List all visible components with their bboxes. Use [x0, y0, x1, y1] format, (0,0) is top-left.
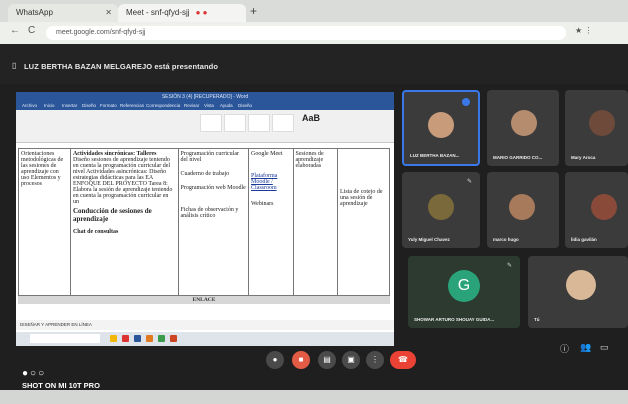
- participant-name: SHOWAR ARTURO SHOUAY GUIDA...: [414, 317, 495, 322]
- info-icon[interactable]: ⓘ: [560, 342, 569, 355]
- participant-tile[interactable]: MARIO GARRIDO CO...: [487, 90, 559, 166]
- app-icon[interactable]: [122, 335, 129, 342]
- table-cell: Lista de cotejo de una sesión de aprendi…: [337, 148, 390, 296]
- participant-tile[interactable]: lidia gavilán: [565, 172, 628, 248]
- present-icon: ▯: [12, 61, 17, 70]
- tab-whatsapp[interactable]: WhatsApp ✕: [8, 4, 118, 22]
- participant-tile[interactable]: G ✎ SHOWAR ARTURO SHOUAY GUIDA...: [408, 256, 520, 328]
- cell-text: Webinars: [251, 201, 274, 207]
- cell-text: Plataforma Moodle / Classroom: [251, 173, 278, 191]
- url-field[interactable]: meet.google.com/snf-qfyd-sjj: [46, 26, 566, 40]
- end-call-button[interactable]: ☎: [390, 351, 416, 369]
- tab-meet[interactable]: Meet - snf-qfyd-sjj ● ●: [118, 4, 246, 22]
- participant-name: marco hugo: [493, 237, 519, 242]
- avatar: [428, 112, 454, 138]
- enlace-row: ENLACE: [18, 296, 390, 304]
- cell-heading: Conducción de sesiones de aprendizaje: [72, 207, 152, 223]
- app-icon[interactable]: [158, 335, 165, 342]
- avatar-initial: G: [448, 270, 480, 302]
- participant-name: MARIO GARRIDO CO...: [493, 155, 543, 160]
- os-taskbar: [0, 390, 628, 404]
- avatar: [509, 194, 535, 220]
- participant-name: Tú: [534, 317, 540, 322]
- table-cell: Actividades sincrónicas: Talleres Diseño…: [69, 148, 179, 296]
- ribbon-tab[interactable]: Archivo: [22, 103, 37, 108]
- style-normal[interactable]: [200, 114, 222, 132]
- chat-icon[interactable]: ▭: [600, 342, 609, 353]
- captions-button[interactable]: ▤: [318, 351, 336, 369]
- table-cell: Google Meet Plataforma Moodle / Classroo…: [248, 148, 294, 296]
- ribbon-tab[interactable]: Inicio: [44, 103, 55, 108]
- style-title[interactable]: AaB: [302, 113, 320, 123]
- mic-button[interactable]: ●: [266, 351, 284, 369]
- mic-off-icon: ✎: [466, 179, 472, 185]
- table-cell: Programación curricular del nivel Cuader…: [177, 148, 250, 296]
- more-options-button[interactable]: ⋮: [366, 351, 384, 369]
- cell-text: Cuaderno de trabajo: [180, 171, 230, 177]
- participant-tile[interactable]: LUZ BERTHA BAZAN...: [402, 90, 480, 166]
- mic-off-icon: ✎: [506, 263, 512, 269]
- ribbon-tab[interactable]: Diseño: [82, 103, 96, 108]
- app-icon[interactable]: [170, 335, 177, 342]
- cell-text: Chat de consultas: [72, 229, 119, 235]
- camera-watermark-dots: ●○○: [22, 368, 47, 379]
- cell-text: Diseño sesiones de aprendizaje teniendo …: [72, 157, 173, 205]
- ribbon-tab[interactable]: Correspondencia: [146, 103, 180, 108]
- status-bar: DISEÑAR Y APRENDER EN LÍNEA: [16, 320, 394, 330]
- camera-button[interactable]: ■: [292, 351, 310, 369]
- browser-menu-icon[interactable]: ★ ⋮: [575, 26, 592, 35]
- camera-watermark: SHOT ON MI 10T PRO: [22, 381, 100, 390]
- table-cell: Orientaciones metodológicas de las sesio…: [18, 148, 71, 296]
- ribbon-tab[interactable]: Ayuda: [220, 103, 233, 108]
- ribbon-tab[interactable]: Diseño: [238, 103, 252, 108]
- participant-name: Mary Aroca: [571, 155, 596, 160]
- new-tab-icon[interactable]: +: [250, 4, 257, 18]
- ribbon-tab[interactable]: Insertar: [62, 103, 77, 108]
- avatar: [566, 270, 596, 300]
- avatar: [428, 194, 454, 220]
- reload-icon[interactable]: C: [28, 25, 35, 36]
- style-heading2[interactable]: [272, 114, 294, 132]
- tab-title: Meet - snf-qfyd-sjj: [126, 8, 190, 17]
- app-icon[interactable]: [146, 335, 153, 342]
- participant-tile-self[interactable]: Tú: [528, 256, 628, 328]
- participant-name: lidia gavilán: [571, 237, 597, 242]
- word-icon[interactable]: [134, 335, 141, 342]
- close-icon[interactable]: ✕: [105, 4, 112, 22]
- table-cell: Sesiones de aprendizaje elaboradas: [292, 148, 339, 296]
- people-icon[interactable]: 👥: [580, 342, 591, 353]
- recording-indicator: ● ●: [195, 8, 208, 17]
- cell-text: Google Meet: [251, 151, 283, 157]
- back-icon[interactable]: ←: [10, 25, 20, 36]
- cell-text: Fichas de observación y análisis crítico: [180, 207, 239, 219]
- style-heading1[interactable]: [248, 114, 270, 132]
- word-title: SESIÓN 3 (4) [RECUPERADO] - Word: [16, 92, 394, 102]
- ribbon-tab[interactable]: Vista: [204, 103, 214, 108]
- cell-text: Programación curricular del nivel: [180, 151, 239, 163]
- participant-tile[interactable]: marco hugo: [487, 172, 559, 248]
- participant-name: Yuly Miguel Chavez: [408, 237, 450, 242]
- folder-icon[interactable]: [110, 335, 117, 342]
- ribbon-tab[interactable]: Revisar: [184, 103, 199, 108]
- avatar: [591, 194, 617, 220]
- participant-tile[interactable]: ✎ Yuly Miguel Chavez: [402, 172, 480, 248]
- tab-title: WhatsApp: [16, 8, 53, 17]
- participant-name: LUZ BERTHA BAZAN...: [410, 153, 460, 158]
- presenting-label: LUZ BERTHA BAZAN MELGAREJO está presenta…: [24, 62, 219, 71]
- avatar: [511, 110, 537, 136]
- taskbar-search[interactable]: [30, 334, 100, 343]
- present-button[interactable]: ▣: [342, 351, 360, 369]
- ribbon-tab[interactable]: Referencias: [120, 103, 144, 108]
- speaking-icon: [462, 98, 470, 106]
- participant-tile[interactable]: Mary Aroca: [565, 90, 628, 166]
- style-no-spacing[interactable]: [224, 114, 246, 132]
- cell-text: Programación web Moodle: [180, 185, 246, 191]
- ribbon-tab[interactable]: Formato: [100, 103, 117, 108]
- avatar: [589, 110, 615, 136]
- document-table: Orientaciones metodológicas de las sesio…: [18, 148, 390, 296]
